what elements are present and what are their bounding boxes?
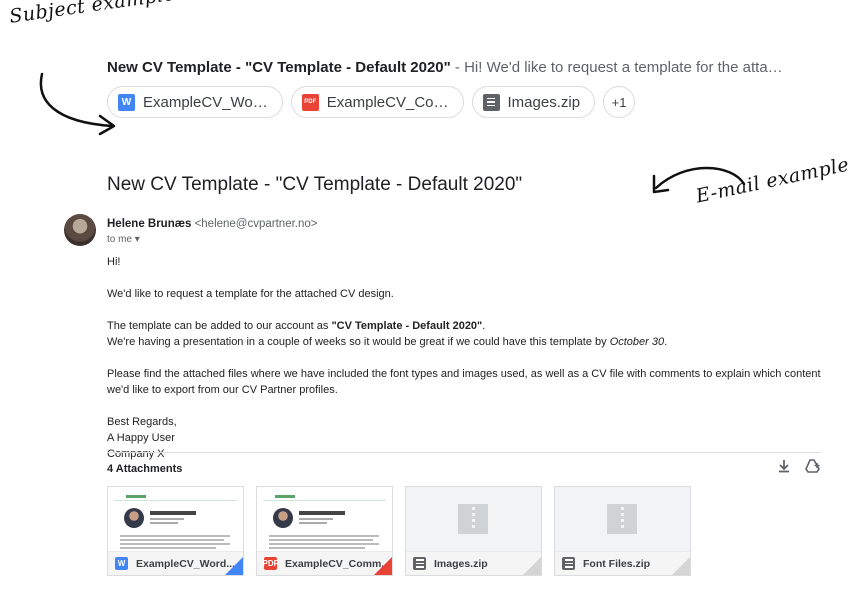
document-preview: [257, 487, 392, 553]
deadline-date: October 30: [609, 336, 665, 348]
sign-line: Company X: [107, 448, 165, 460]
chip-label: Images.zip: [507, 93, 581, 111]
word-doc-icon: W: [118, 93, 135, 111]
signature: Best Regards, A Happy User Company X: [107, 414, 827, 462]
recipients-toggle[interactable]: to me ▾: [107, 234, 140, 245]
attachment-name: Font Files.zip: [583, 557, 651, 570]
sign-line: A Happy User: [107, 432, 175, 444]
email-arrow-icon: [652, 166, 746, 194]
attachment-card-word[interactable]: W ExampleCV_Word....: [107, 486, 244, 576]
attachment-footer: PDF ExampleCV_Comm...: [257, 551, 392, 575]
file-corner: [672, 557, 690, 575]
paragraph-3: Please find the attached files where we …: [107, 368, 821, 396]
file-corner: [374, 557, 392, 575]
attachments-count: 4 Attachments: [107, 463, 183, 475]
zip-preview: [406, 487, 541, 553]
document-preview: [108, 487, 243, 553]
email-subject-heading: New CV Template - "CV Template - Default…: [107, 174, 523, 195]
chevron-down-icon: ▾: [134, 234, 140, 245]
chip-label: ExampleCV_Wo…: [143, 93, 268, 111]
sign-line: Best Regards,: [107, 416, 177, 428]
file-corner: [225, 557, 243, 575]
attachment-name: ExampleCV_Word....: [136, 557, 238, 570]
zip-icon: [482, 93, 500, 111]
divider: [107, 452, 821, 453]
text-span: .: [664, 336, 668, 348]
attachment-card-pdf[interactable]: PDF ExampleCV_Comm...: [256, 486, 393, 576]
attachment-card-images-zip[interactable]: Images.zip: [405, 486, 542, 576]
file-corner: [523, 557, 541, 575]
subject-text: New CV Template - "CV Template - Default…: [107, 59, 451, 76]
snippet-text: - Hi! We'd like to request a template fo…: [450, 59, 787, 76]
zip-preview: [555, 487, 690, 553]
attachment-footer: W ExampleCV_Word....: [108, 551, 243, 575]
word-doc-icon: W: [115, 557, 128, 570]
text-span: The template can be added to our account…: [107, 320, 332, 332]
more-attachments-chip[interactable]: +1: [603, 86, 636, 118]
attachment-chips: W ExampleCV_Wo… PDF ExampleCV_Co… Images…: [107, 86, 636, 118]
sender-name[interactable]: Helene Brunæs: [107, 218, 191, 230]
template-name: "CV Template - Default 2020": [331, 320, 483, 332]
sender-line: Helene Brunæs <helene@cvpartner.no>: [107, 218, 318, 230]
text-span: We're having a presentation in a couple …: [107, 336, 610, 348]
download-all-icon[interactable]: [776, 459, 792, 475]
to-me-label: to me: [107, 234, 133, 245]
zip-archive-icon: [607, 504, 637, 534]
paragraph-2: The template can be added to our account…: [107, 318, 827, 350]
attachment-footer: Images.zip: [406, 551, 541, 575]
greeting: Hi!: [107, 256, 121, 268]
text-span: .: [482, 320, 486, 332]
add-to-drive-icon[interactable]: [805, 459, 821, 475]
attachment-chip-zip[interactable]: Images.zip: [471, 86, 596, 118]
zip-icon: [413, 557, 426, 570]
pdf-icon: PDF: [262, 557, 279, 570]
subject-example-annotation: Subject example: [8, 0, 177, 28]
attachment-cards: W ExampleCV_Word.... PDF ExampleCV_Comm.…: [107, 486, 691, 576]
avatar[interactable]: [64, 214, 96, 246]
email-body: Hi! We'd like to request a template for …: [107, 254, 827, 478]
attachment-chip-pdf[interactable]: PDF ExampleCV_Co…: [290, 86, 464, 118]
pdf-icon: PDF: [301, 93, 319, 111]
zip-icon: [562, 557, 575, 570]
chip-label: ExampleCV_Co…: [326, 93, 449, 111]
zip-archive-icon: [458, 504, 488, 534]
attachment-name: Images.zip: [434, 557, 488, 570]
paragraph-1: We'd like to request a template for the …: [107, 288, 394, 300]
attachment-footer: Font Files.zip: [555, 551, 690, 575]
subject-row[interactable]: New CV Template - "CV Template - Default…: [107, 59, 787, 76]
attachment-chip-word[interactable]: W ExampleCV_Wo…: [107, 86, 283, 118]
attachment-card-font-files-zip[interactable]: Font Files.zip: [554, 486, 691, 576]
sender-email: <helene@cvpartner.no>: [194, 218, 318, 230]
